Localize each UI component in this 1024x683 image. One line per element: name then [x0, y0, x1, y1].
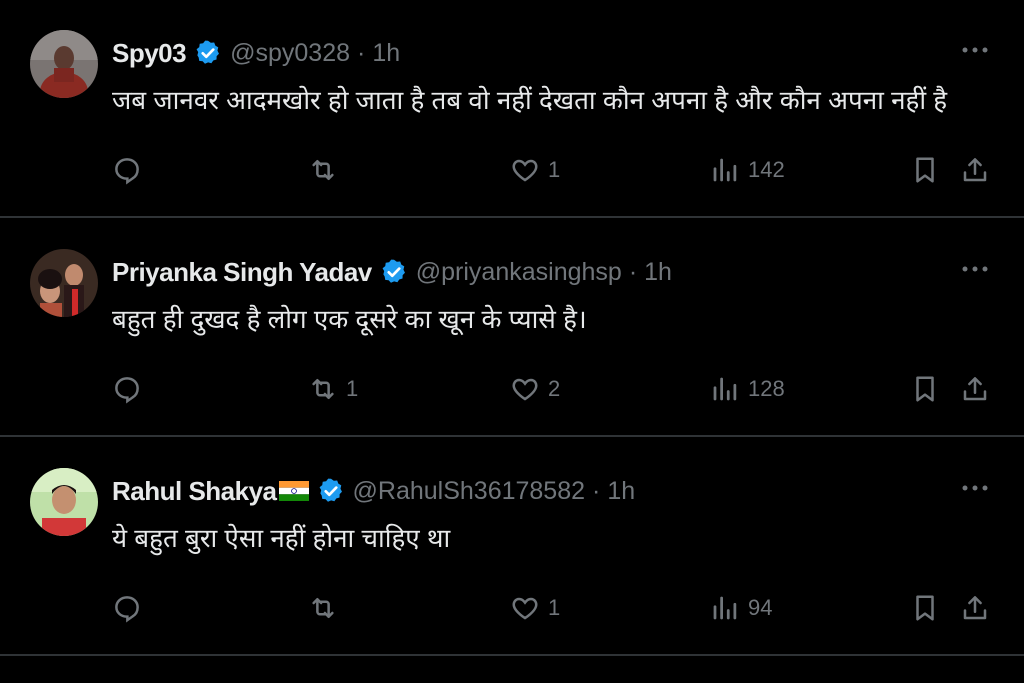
views-icon: [713, 377, 737, 401]
reply-button[interactable]: [112, 588, 142, 628]
share-button[interactable]: [960, 150, 990, 190]
handle[interactable]: @spy0328: [230, 39, 350, 68]
verified-badge-icon: [382, 259, 405, 283]
tweet-header: Priyanka Singh Yadav @priyankasinghsp · …: [112, 255, 672, 289]
bookmark-icon: [916, 376, 934, 402]
more-options-icon[interactable]: [960, 259, 990, 279]
views-icon: [713, 158, 737, 182]
like-icon: [512, 159, 538, 182]
retweet-icon: [312, 379, 334, 399]
avatar[interactable]: [30, 468, 98, 536]
more-options-icon[interactable]: [960, 40, 990, 60]
tweet-header: Rahul Shakya @RahulSh36178582 · 1h: [112, 474, 635, 508]
like-count: 2: [548, 376, 561, 401]
like-button[interactable]: 1: [510, 150, 560, 190]
display-name[interactable]: Rahul Shakya: [112, 476, 277, 507]
handle[interactable]: @priyankasinghsp: [416, 258, 622, 287]
retweet-button[interactable]: [308, 588, 338, 628]
reply-feed: Spy03 @spy0328 · 1h जब जानवर आदमखोर हो ज…: [0, 0, 1024, 683]
tweet-header: Spy03 @spy0328 · 1h: [112, 36, 400, 70]
views-button[interactable]: 94: [710, 588, 772, 628]
tweet-1[interactable]: Spy03 @spy0328 · 1h जब जानवर आदमखोर हो ज…: [0, 0, 1024, 218]
tweet-text: जब जानवर आदमखोर हो जाता है तब वो नहीं दे…: [112, 85, 948, 115]
tweet-text: ये बहुत बुरा ऐसा नहीं होना चाहिए था: [112, 523, 451, 553]
share-button[interactable]: [960, 369, 990, 409]
verified-badge-icon: [196, 40, 220, 64]
share-button[interactable]: [960, 588, 990, 628]
retweet-button[interactable]: [308, 150, 338, 190]
reply-button[interactable]: [112, 369, 142, 409]
display-name[interactable]: Priyanka Singh Yadav: [112, 257, 372, 288]
like-icon: [512, 378, 538, 401]
reply-icon: [115, 158, 139, 185]
view-count: 142: [748, 157, 785, 182]
view-count: 128: [748, 376, 785, 401]
separator-dot: ·: [628, 257, 638, 286]
handle[interactable]: @RahulSh36178582: [353, 477, 586, 506]
bookmark-icon: [916, 595, 934, 621]
like-button[interactable]: 2: [510, 369, 560, 409]
bookmark-button[interactable]: [910, 369, 940, 409]
bookmark-icon: [916, 157, 934, 183]
bookmark-button[interactable]: [910, 150, 940, 190]
display-name[interactable]: Spy03: [112, 38, 187, 69]
more-options-icon[interactable]: [960, 478, 990, 498]
separator-dot: ·: [357, 38, 366, 67]
reply-button[interactable]: [112, 150, 142, 190]
separator-dot: ·: [592, 476, 601, 505]
reply-icon: [115, 377, 139, 404]
tweet-3[interactable]: Rahul Shakya @RahulSh36178582 · 1h ये बह…: [0, 438, 1024, 656]
views-icon: [713, 596, 737, 620]
verified-badge-icon: [319, 478, 342, 502]
view-count: 94: [748, 595, 773, 620]
share-icon: [963, 158, 987, 182]
retweet-icon: [312, 598, 334, 618]
retweet-icon: [312, 160, 334, 180]
bookmark-button[interactable]: [910, 588, 940, 628]
action-bar: 1 94: [0, 588, 1024, 628]
tweet-text: बहुत ही दुखद है लोग एक दूसरे का खून के प…: [112, 304, 587, 334]
like-count: 1: [548, 157, 561, 182]
retweet-count: 1: [346, 376, 359, 401]
timestamp[interactable]: 1h: [372, 39, 400, 68]
action-bar: 1 2 128: [0, 369, 1024, 409]
reply-icon: [115, 596, 139, 623]
views-button[interactable]: 142: [710, 150, 785, 190]
india-flag-icon: [278, 481, 309, 501]
like-button[interactable]: 1: [510, 588, 560, 628]
timestamp[interactable]: 1h: [644, 258, 672, 287]
share-icon: [963, 377, 987, 401]
action-bar: 1 142: [0, 150, 1024, 190]
retweet-button[interactable]: 1: [308, 369, 358, 409]
tweet-2[interactable]: Priyanka Singh Yadav @priyankasinghsp · …: [0, 219, 1024, 437]
avatar[interactable]: [30, 30, 98, 98]
views-button[interactable]: 128: [710, 369, 785, 409]
like-icon: [512, 597, 538, 620]
share-icon: [963, 596, 987, 620]
avatar[interactable]: [30, 249, 98, 317]
like-count: 1: [548, 595, 561, 620]
timestamp[interactable]: 1h: [607, 477, 635, 506]
